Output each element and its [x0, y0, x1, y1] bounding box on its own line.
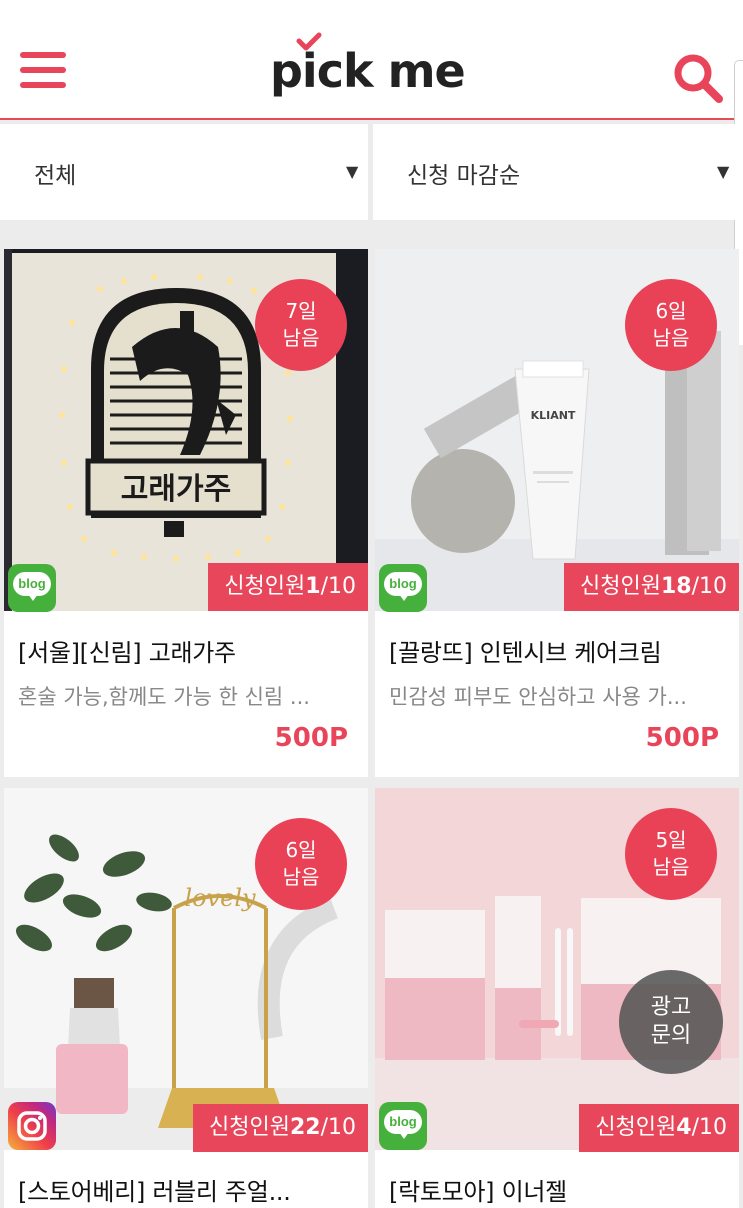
- ad-inquiry-button[interactable]: 광고 문의: [619, 970, 723, 1074]
- applicant-count-bar: 신청인원1/10: [208, 563, 368, 611]
- applicant-total: /10: [691, 574, 727, 599]
- days-left-badge: 6일 남음: [255, 818, 347, 910]
- app-header: pick me: [0, 14, 743, 120]
- days-left-suffix: 남음: [282, 865, 320, 889]
- days-left-value: 6일: [655, 299, 687, 323]
- days-left-badge: 6일 남음: [625, 279, 717, 371]
- days-left-suffix: 남음: [652, 326, 690, 350]
- applicant-label: 신청인원: [209, 1115, 290, 1140]
- applicant-count-bar: 신청인원4/10: [579, 1104, 739, 1152]
- instagram-badge-icon: [8, 1102, 56, 1150]
- campaign-title: [스토어베리] 러블리 주얼...: [18, 1178, 291, 1206]
- applicant-total: /10: [691, 1115, 727, 1140]
- campaign-card[interactable]: 고래가주 7일 남음 blog 신청인원1/10 [서울][신림] 고래가주 혼…: [4, 249, 368, 777]
- category-filter-value: 전체: [34, 163, 77, 189]
- hamburger-menu-icon[interactable]: [20, 52, 66, 90]
- campaign-title: [서울][신림] 고래가주: [18, 639, 236, 667]
- campaign-description: 민감성 피부도 안심하고 사용 가...: [389, 685, 687, 709]
- blog-badge-icon: blog: [379, 1102, 427, 1150]
- pickme-logo[interactable]: pick me: [270, 32, 480, 112]
- applicant-label: 신청인원: [595, 1115, 677, 1140]
- category-filter-dropdown[interactable]: 전체 ▼: [0, 124, 368, 220]
- days-left-suffix: 남음: [652, 855, 690, 879]
- days-left-value: 5일: [655, 828, 687, 852]
- campaign-points: 500P: [274, 723, 348, 753]
- days-left-badge: 7일 남음: [255, 279, 347, 371]
- ad-inquiry-line2: 문의: [650, 1023, 692, 1048]
- campaign-description: 혼술 가능,함께도 가능 한 신림 ...: [18, 685, 310, 709]
- applicant-count-bar: 신청인원18/10: [564, 563, 739, 611]
- chevron-down-icon: ▼: [717, 162, 730, 181]
- applicant-current: 22: [289, 1115, 321, 1140]
- applicant-current: 18: [660, 574, 692, 599]
- sign-text: 고래가주: [121, 472, 231, 507]
- logo-text: pick me: [270, 44, 466, 98]
- applicant-total: /10: [320, 574, 356, 599]
- applicant-count-bar: 신청인원22/10: [193, 1104, 368, 1152]
- applicant-label: 신청인원: [580, 574, 661, 599]
- days-left-suffix: 남음: [282, 326, 320, 350]
- blog-badge-icon: blog: [8, 564, 56, 612]
- applicant-current: 1: [305, 574, 321, 599]
- chevron-down-icon: ▼: [346, 162, 359, 181]
- campaign-card[interactable]: lovely 6일 남음 신청인원22/10 [스토어베리] 러블리 주얼...: [4, 788, 368, 1208]
- applicant-current: 4: [676, 1115, 692, 1140]
- status-strip: [0, 0, 743, 14]
- days-left-value: 7일: [285, 299, 317, 323]
- days-left-badge: 5일 남음: [625, 808, 717, 900]
- sort-filter-dropdown[interactable]: 신청 마감순 ▼: [373, 124, 743, 220]
- ad-inquiry-line1: 광고: [650, 995, 692, 1020]
- search-icon[interactable]: [672, 52, 724, 104]
- sort-filter-value: 신청 마감순: [407, 163, 521, 189]
- applicant-total: /10: [320, 1115, 356, 1140]
- sign-text: lovely: [184, 884, 256, 912]
- product-brand-text: KLIANT: [531, 409, 576, 422]
- applicant-label: 신청인원: [224, 574, 306, 599]
- days-left-value: 6일: [285, 838, 317, 862]
- campaign-points: 500P: [645, 723, 719, 753]
- campaign-card[interactable]: KLIANT 6일 남음 blog 신청인원18/10 [끌랑뜨] 인텐시브 케…: [375, 249, 739, 777]
- campaign-title: [끌랑뜨] 인텐시브 케어크림: [389, 639, 662, 667]
- blog-badge-icon: blog: [379, 564, 427, 612]
- campaign-title: [락토모아] 이너젤: [389, 1178, 567, 1206]
